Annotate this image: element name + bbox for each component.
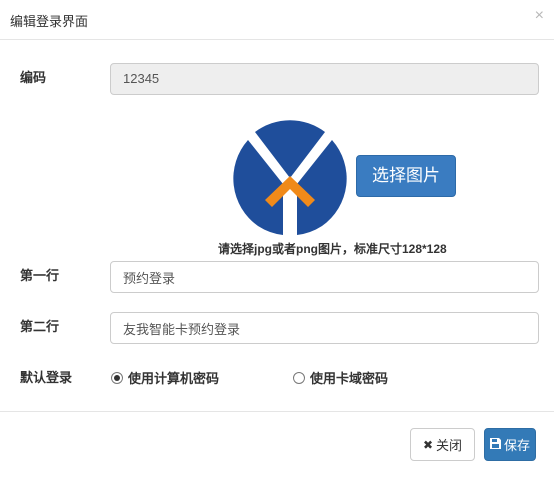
x-icon: ✖ (422, 437, 434, 452)
code-label: 编码 (20, 70, 47, 85)
dialog-header: 编辑登录界面 × (0, 0, 554, 40)
line1-label: 第一行 (20, 268, 60, 283)
radio-checked-icon[interactable] (111, 371, 123, 384)
close-button-label: 关闭 (436, 438, 463, 453)
dialog-title: 编辑登录界面 (10, 14, 89, 29)
logo-preview (230, 118, 350, 238)
close-icon[interactable]: × (535, 8, 544, 24)
save-icon (489, 438, 501, 451)
line1-input[interactable] (110, 261, 539, 293)
radio-label: 使用计算机密码 (128, 371, 220, 386)
choose-image-button[interactable]: 选择图片 (356, 155, 456, 197)
radio-card-domain-password[interactable]: 使用卡域密码 (293, 368, 388, 387)
radio-label: 使用卡域密码 (310, 371, 389, 386)
default-login-label: 默认登录 (20, 370, 73, 385)
line2-label: 第二行 (20, 319, 60, 334)
dialog-footer: ✖ 关闭 保存 (0, 411, 554, 477)
radio-unchecked-icon[interactable] (293, 371, 305, 384)
edit-login-dialog: 编辑登录界面 × 编码 12345 选择图片 请选择jpg或者png图片，标准尺… (0, 0, 554, 477)
line2-input[interactable] (110, 312, 539, 344)
logo-image (232, 120, 348, 236)
image-hint: 请选择jpg或者png图片，标准尺寸128*128 (218, 242, 447, 256)
radio-computer-password[interactable]: 使用计算机密码 (111, 368, 219, 387)
save-button-label: 保存 (503, 438, 530, 453)
close-button[interactable]: ✖ 关闭 (410, 428, 475, 461)
code-input[interactable]: 12345 (110, 63, 539, 95)
save-button[interactable]: 保存 (484, 428, 536, 461)
